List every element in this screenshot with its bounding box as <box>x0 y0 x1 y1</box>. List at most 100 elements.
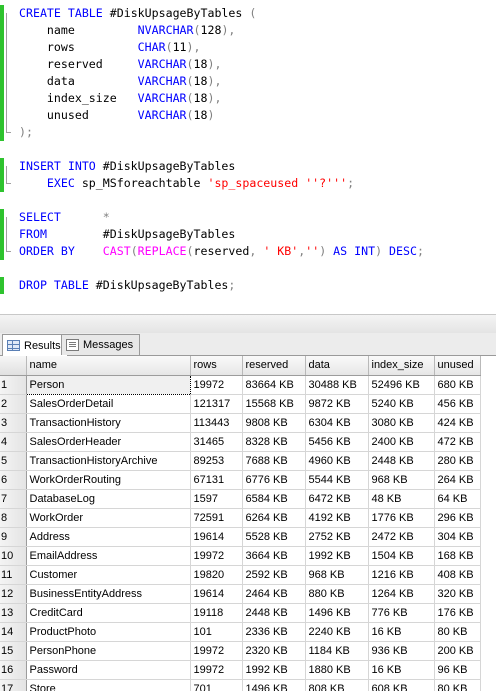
cell-unused[interactable]: 320 KB <box>434 584 481 604</box>
cell-name[interactable]: Person <box>25 374 191 395</box>
column-header-name[interactable]: name <box>26 356 191 376</box>
pane-splitter[interactable] <box>0 314 496 334</box>
cell-unused[interactable]: 200 KB <box>434 641 481 661</box>
row-number[interactable]: 17 <box>0 679 27 691</box>
cell-unused[interactable]: 296 KB <box>434 508 481 528</box>
cell-rows[interactable]: 1597 <box>190 489 243 509</box>
table-row[interactable]: 8 WorkOrder 72591 6264 KB 4192 KB 1776 KB 296 … <box>0 508 481 528</box>
row-number[interactable]: 10 <box>0 546 27 566</box>
row-number[interactable]: 11 <box>0 565 27 585</box>
column-header-reserved[interactable]: reserved <box>242 356 306 376</box>
cell-index-size[interactable]: 968 KB <box>368 470 435 490</box>
cell-unused[interactable]: 80 KB <box>434 679 481 691</box>
row-number[interactable]: 13 <box>0 603 27 623</box>
cell-index-size[interactable]: 16 KB <box>368 622 435 642</box>
cell-rows[interactable]: 19972 <box>190 660 243 680</box>
cell-index-size[interactable]: 2448 KB <box>368 451 435 471</box>
cell-data[interactable]: 9872 KB <box>305 394 369 414</box>
cell-rows[interactable]: 19972 <box>190 546 243 566</box>
cell-rows[interactable]: 89253 <box>190 451 243 471</box>
column-header-index-size[interactable]: index_size <box>368 356 435 376</box>
cell-name[interactable]: TransactionHistory <box>26 413 191 433</box>
cell-name[interactable]: Customer <box>26 565 191 585</box>
cell-reserved[interactable]: 6264 KB <box>242 508 306 528</box>
cell-unused[interactable]: 80 KB <box>434 622 481 642</box>
table-row[interactable]: 5 TransactionHistoryArchive 89253 7688 KB 49… <box>0 451 481 471</box>
cell-rows[interactable]: 19614 <box>190 527 243 547</box>
row-number[interactable]: 5 <box>0 451 27 471</box>
cell-name[interactable]: WorkOrder <box>26 508 191 528</box>
cell-reserved[interactable]: 6584 KB <box>242 489 306 509</box>
cell-name[interactable]: Address <box>26 527 191 547</box>
row-number[interactable]: 1 <box>0 375 27 395</box>
cell-rows[interactable]: 101 <box>190 622 243 642</box>
cell-unused[interactable]: 408 KB <box>434 565 481 585</box>
tab-messages[interactable]: Messages <box>61 334 141 355</box>
cell-rows[interactable]: 113443 <box>190 413 243 433</box>
cell-index-size[interactable]: 48 KB <box>368 489 435 509</box>
cell-name[interactable]: TransactionHistoryArchive <box>26 451 191 471</box>
cell-rows[interactable]: 121317 <box>190 394 243 414</box>
cell-name[interactable]: Store <box>26 679 191 691</box>
row-number[interactable]: 9 <box>0 527 27 547</box>
cell-data[interactable]: 5456 KB <box>305 432 369 452</box>
cell-unused[interactable]: 472 KB <box>434 432 481 452</box>
cell-data[interactable]: 1184 KB <box>305 641 369 661</box>
cell-data[interactable]: 2752 KB <box>305 527 369 547</box>
table-row[interactable]: 4 SalesOrderHeader 31465 8328 KB 5456 KB 2400… <box>0 432 481 452</box>
cell-reserved[interactable]: 2464 KB <box>242 584 306 604</box>
row-number[interactable]: 8 <box>0 508 27 528</box>
table-row[interactable]: 14 ProductPhoto 101 2336 KB 2240 KB 16 KB 80 K… <box>0 622 481 642</box>
cell-unused[interactable]: 680 KB <box>434 375 481 395</box>
cell-unused[interactable]: 264 KB <box>434 470 481 490</box>
cell-data[interactable]: 968 KB <box>305 565 369 585</box>
table-row[interactable]: 11 Customer 19820 2592 KB 968 KB 1216 KB 408 K… <box>0 565 481 585</box>
cell-index-size[interactable]: 5240 KB <box>368 394 435 414</box>
cell-reserved[interactable]: 7688 KB <box>242 451 306 471</box>
cell-data[interactable]: 30488 KB <box>305 375 369 395</box>
cell-index-size[interactable]: 1264 KB <box>368 584 435 604</box>
cell-reserved[interactable]: 9808 KB <box>242 413 306 433</box>
table-row[interactable]: 15 PersonPhone 19972 2320 KB 1184 KB 936 KB 20… <box>0 641 481 661</box>
row-number[interactable]: 4 <box>0 432 27 452</box>
table-row[interactable]: 10 EmailAddress 19972 3664 KB 1992 KB 1504 KB… <box>0 546 481 566</box>
cell-data[interactable]: 1496 KB <box>305 603 369 623</box>
cell-unused[interactable]: 456 KB <box>434 394 481 414</box>
column-header-rows[interactable]: rows <box>190 356 243 376</box>
cell-unused[interactable]: 96 KB <box>434 660 481 680</box>
cell-reserved[interactable]: 2592 KB <box>242 565 306 585</box>
cell-index-size[interactable]: 2472 KB <box>368 527 435 547</box>
cell-name[interactable]: WorkOrderRouting <box>26 470 191 490</box>
table-row[interactable]: 7 DatabaseLog 1597 6584 KB 6472 KB 48 KB 64 KB <box>0 489 481 509</box>
cell-name[interactable]: BusinessEntityAddress <box>26 584 191 604</box>
cell-reserved[interactable]: 2448 KB <box>242 603 306 623</box>
cell-rows[interactable]: 701 <box>190 679 243 691</box>
cell-unused[interactable]: 64 KB <box>434 489 481 509</box>
cell-index-size[interactable]: 52496 KB <box>368 375 435 395</box>
cell-index-size[interactable]: 1776 KB <box>368 508 435 528</box>
row-number[interactable]: 2 <box>0 394 27 414</box>
cell-rows[interactable]: 19972 <box>190 641 243 661</box>
table-row[interactable]: 6 WorkOrderRouting 67131 6776 KB 5544 KB 968 … <box>0 470 481 490</box>
cell-data[interactable]: 1880 KB <box>305 660 369 680</box>
cell-data[interactable]: 2240 KB <box>305 622 369 642</box>
cell-rows[interactable]: 19972 <box>190 375 243 395</box>
table-row[interactable]: 12 BusinessEntityAddress 19614 2464 KB 880 K… <box>0 584 481 604</box>
cell-reserved[interactable]: 2336 KB <box>242 622 306 642</box>
cell-index-size[interactable]: 1216 KB <box>368 565 435 585</box>
column-header-unused[interactable]: unused <box>434 356 481 376</box>
cell-rows[interactable]: 31465 <box>190 432 243 452</box>
row-number[interactable]: 14 <box>0 622 27 642</box>
cell-reserved[interactable]: 1496 KB <box>242 679 306 691</box>
row-number[interactable]: 16 <box>0 660 27 680</box>
cell-data[interactable]: 808 KB <box>305 679 369 691</box>
row-number[interactable]: 6 <box>0 470 27 490</box>
cell-name[interactable]: SalesOrderDetail <box>26 394 191 414</box>
column-header-data[interactable]: data <box>305 356 369 376</box>
cell-unused[interactable]: 304 KB <box>434 527 481 547</box>
row-number[interactable]: 7 <box>0 489 27 509</box>
cell-reserved[interactable]: 6776 KB <box>242 470 306 490</box>
cell-index-size[interactable]: 3080 KB <box>368 413 435 433</box>
cell-reserved[interactable]: 83664 KB <box>242 375 306 395</box>
table-row[interactable]: 3 TransactionHistory 113443 9808 KB 6304 KB 3… <box>0 413 481 433</box>
